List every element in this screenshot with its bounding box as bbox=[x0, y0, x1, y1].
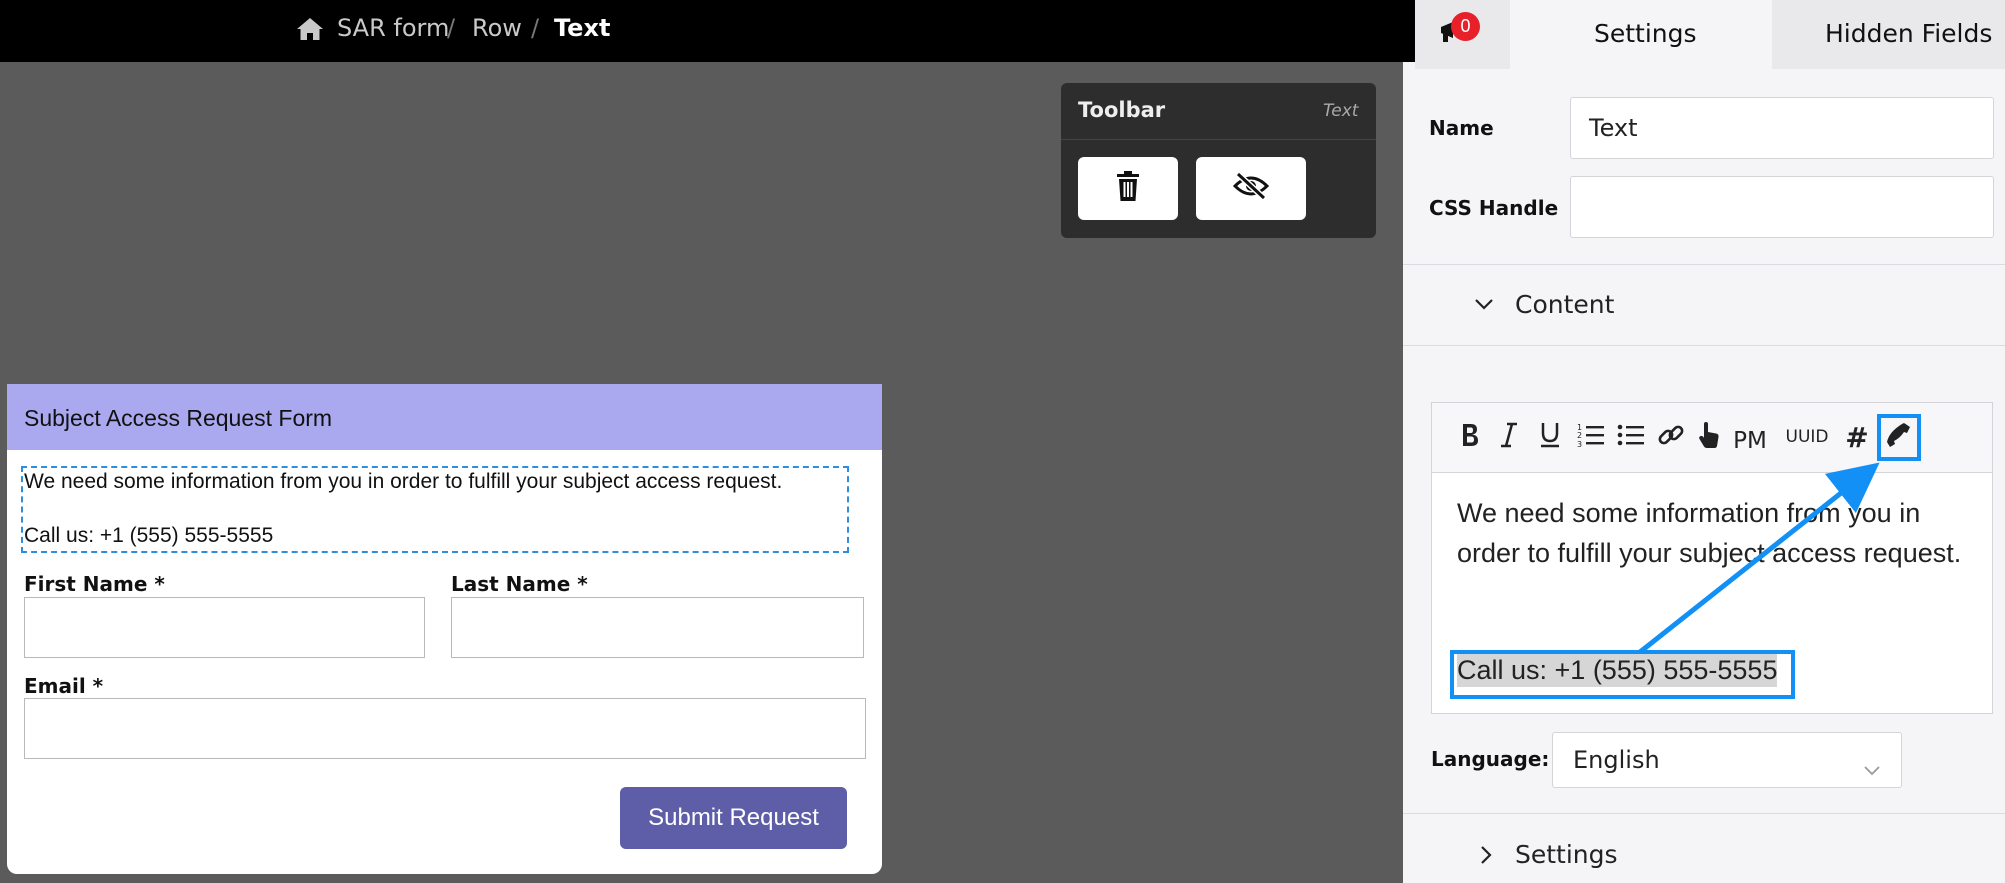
submit-request-button[interactable]: Submit Request bbox=[620, 787, 847, 849]
breadcrumb-current: Text bbox=[554, 14, 611, 42]
name-input[interactable]: Text bbox=[1570, 97, 1994, 159]
divider bbox=[1403, 345, 2005, 346]
notifications-button[interactable]: 0 bbox=[1415, 0, 1510, 62]
breadcrumb-separator: / bbox=[531, 14, 540, 42]
editor-body-text: We need some information from you in ord… bbox=[1457, 498, 1962, 568]
chevron-right-icon bbox=[1479, 845, 1493, 870]
highlight-box-phone-button bbox=[1877, 414, 1921, 461]
last-name-field[interactable] bbox=[451, 597, 864, 658]
toolbar-context: Text bbox=[1323, 101, 1359, 121]
italic-button[interactable] bbox=[1494, 419, 1524, 455]
chevron-down-icon bbox=[1474, 297, 1494, 316]
svg-text:2: 2 bbox=[1577, 431, 1582, 440]
link-icon bbox=[1657, 421, 1685, 453]
email-label: Email * bbox=[24, 674, 104, 698]
last-name-label: Last Name * bbox=[451, 572, 588, 596]
bold-button[interactable] bbox=[1455, 419, 1485, 455]
breadcrumb-sar-form[interactable]: SAR form bbox=[337, 14, 449, 42]
hashtag-button[interactable]: # bbox=[1842, 419, 1872, 455]
hand-pointer-icon bbox=[1698, 421, 1720, 453]
italic-icon bbox=[1499, 422, 1519, 452]
delete-button[interactable] bbox=[1078, 157, 1178, 220]
css-handle-input[interactable] bbox=[1570, 176, 1994, 238]
underline-button[interactable] bbox=[1534, 419, 1566, 455]
top-bar bbox=[0, 0, 1415, 62]
pointer-button[interactable] bbox=[1694, 419, 1724, 455]
trash-icon bbox=[1115, 171, 1141, 206]
form-intro-text: We need some information from you in ord… bbox=[24, 470, 783, 493]
settings-section-toggle[interactable] bbox=[1403, 814, 2005, 883]
content-section-title: Content bbox=[1515, 290, 1615, 319]
uuid-button[interactable]: UUID bbox=[1782, 419, 1832, 455]
eye-slash-icon bbox=[1232, 171, 1270, 205]
ordered-list-icon: 123 bbox=[1577, 422, 1605, 452]
first-name-label: First Name * bbox=[24, 572, 165, 596]
breadcrumb-row[interactable]: Row bbox=[472, 14, 522, 42]
link-button[interactable] bbox=[1655, 419, 1687, 455]
tab-settings-label: Settings bbox=[1594, 19, 1697, 48]
bullet-list-icon bbox=[1617, 422, 1645, 452]
name-label: Name bbox=[1429, 116, 1494, 140]
bullet-list-button[interactable] bbox=[1615, 419, 1647, 455]
notification-count-badge: 0 bbox=[1451, 12, 1480, 41]
breadcrumb-separator: / bbox=[447, 14, 456, 42]
home-icon[interactable] bbox=[296, 16, 324, 42]
language-value: English bbox=[1573, 746, 1660, 774]
hide-element-button[interactable] bbox=[1196, 157, 1306, 220]
bold-icon bbox=[1459, 422, 1481, 452]
underline-icon bbox=[1538, 421, 1562, 453]
email-field[interactable] bbox=[24, 698, 866, 759]
toolbar-title: Toolbar bbox=[1078, 98, 1166, 122]
language-select[interactable]: English bbox=[1552, 732, 1902, 788]
tab-hidden-fields-label: Hidden Fields bbox=[1825, 19, 1993, 48]
css-handle-label: CSS Handle bbox=[1429, 196, 1559, 220]
settings-section-title: Settings bbox=[1515, 840, 1618, 869]
highlight-box-call-text bbox=[1450, 650, 1795, 699]
pm-button[interactable]: PM bbox=[1729, 423, 1771, 459]
ordered-list-button[interactable]: 123 bbox=[1575, 419, 1607, 455]
first-name-field[interactable] bbox=[24, 597, 425, 658]
language-label: Language: bbox=[1431, 747, 1550, 771]
form-call-text: Call us: +1 (555) 555-5555 bbox=[24, 524, 274, 547]
svg-text:3: 3 bbox=[1577, 440, 1582, 448]
form-title: Subject Access Request Form bbox=[24, 405, 333, 431]
chevron-down-icon bbox=[1863, 755, 1881, 783]
